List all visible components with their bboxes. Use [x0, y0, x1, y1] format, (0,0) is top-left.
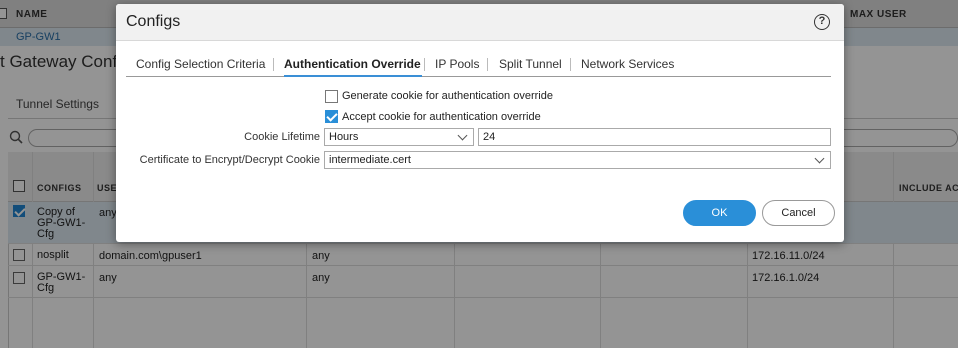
- certificate-value: intermediate.cert: [329, 154, 411, 166]
- cookie-lifetime-unit-select[interactable]: Hours: [324, 128, 474, 146]
- cookie-lifetime-unit-value: Hours: [329, 131, 359, 143]
- tab-separator: [273, 58, 274, 71]
- chevron-down-icon: [457, 130, 468, 141]
- accept-cookie-label: Accept cookie for authentication overrid…: [342, 111, 541, 123]
- tab-separator: [570, 58, 571, 71]
- tab-network-services[interactable]: Network Services: [581, 57, 674, 71]
- generate-cookie-checkbox[interactable]: [325, 90, 338, 103]
- tab-separator: [487, 58, 488, 71]
- chevron-down-icon: [814, 153, 825, 164]
- tab-separator: [424, 58, 425, 71]
- active-tab-indicator: [284, 75, 422, 77]
- configs-dialog: Configs ? Config Selection Criteria Auth…: [116, 4, 844, 242]
- tab-config-selection-criteria[interactable]: Config Selection Criteria: [136, 57, 265, 71]
- tab-authentication-override[interactable]: Authentication Override: [284, 57, 421, 71]
- cookie-lifetime-value: 24: [483, 131, 496, 143]
- cookie-lifetime-input[interactable]: 24: [478, 128, 831, 146]
- dialog-tabs: Config Selection Criteria Authentication…: [126, 55, 831, 77]
- dialog-header: Configs ?: [116, 4, 844, 41]
- tab-split-tunnel[interactable]: Split Tunnel: [499, 57, 562, 71]
- tab-ip-pools[interactable]: IP Pools: [435, 57, 479, 71]
- generate-cookie-label: Generate cookie for authentication overr…: [342, 90, 553, 102]
- certificate-label: Certificate to Encrypt/Decrypt Cookie: [139, 154, 320, 166]
- dialog-title: Configs: [126, 13, 181, 30]
- help-icon[interactable]: ?: [814, 14, 830, 30]
- ok-button[interactable]: OK: [683, 200, 756, 226]
- accept-cookie-checkbox[interactable]: [325, 110, 338, 123]
- cookie-lifetime-label: Cookie Lifetime: [244, 131, 320, 143]
- certificate-select[interactable]: intermediate.cert: [324, 151, 831, 169]
- cancel-button[interactable]: Cancel: [762, 200, 835, 226]
